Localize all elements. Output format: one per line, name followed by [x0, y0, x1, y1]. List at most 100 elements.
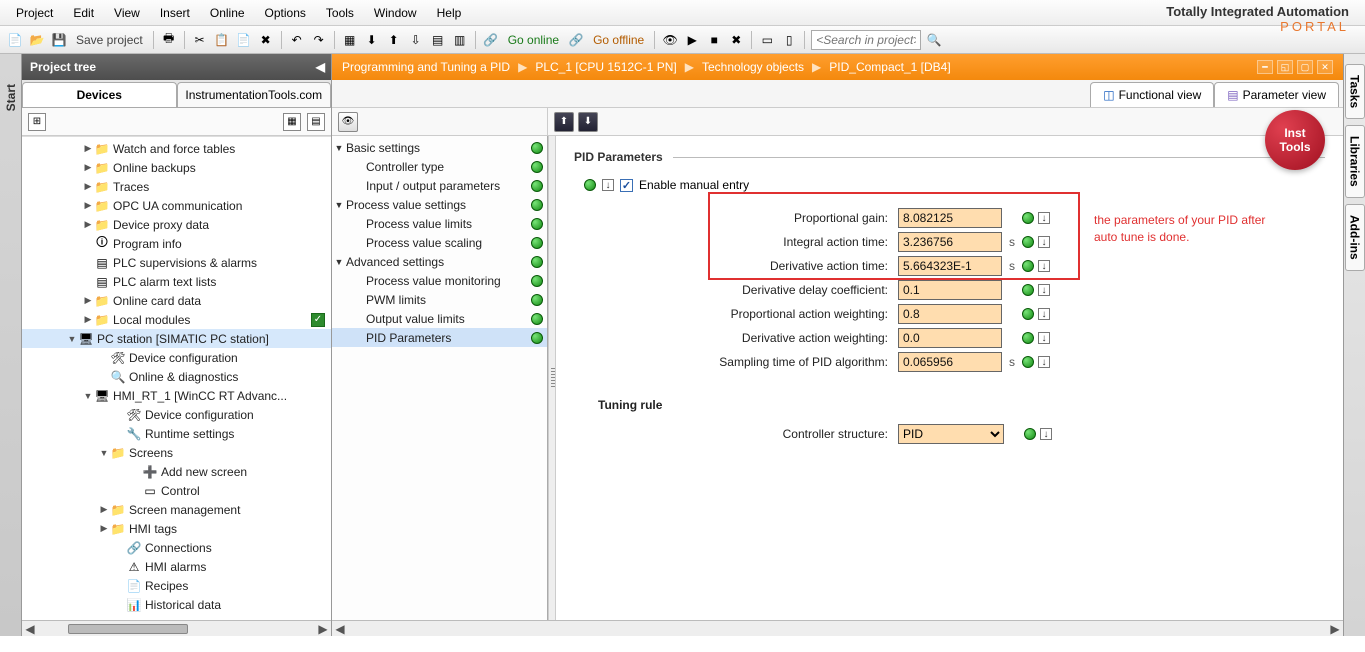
- param-value-input[interactable]: [898, 352, 1002, 372]
- splitter-handle[interactable]: [548, 136, 556, 620]
- menu-insert[interactable]: Insert: [150, 2, 200, 24]
- tree-item[interactable]: 🛠Device configuration: [22, 348, 331, 367]
- paste-icon[interactable]: 📄: [235, 31, 253, 49]
- tab-libraries[interactable]: Libraries: [1345, 125, 1365, 198]
- tree-item[interactable]: ▶📁Watch and force tables: [22, 139, 331, 158]
- rtsim-icon[interactable]: ▥: [451, 31, 469, 49]
- tree-item[interactable]: 📄Recipes: [22, 576, 331, 595]
- menu-view[interactable]: View: [104, 2, 150, 24]
- download-value-icon[interactable]: ↓: [1038, 332, 1050, 344]
- menu-help[interactable]: Help: [427, 2, 472, 24]
- param-value-input[interactable]: [898, 280, 1002, 300]
- tree-item[interactable]: ▶📁Screen management: [22, 500, 331, 519]
- toggle-nav-icon[interactable]: 👁: [338, 112, 358, 132]
- menu-edit[interactable]: Edit: [63, 2, 104, 24]
- minimize-icon[interactable]: ━: [1257, 60, 1273, 74]
- tree-item[interactable]: 🔧Runtime settings: [22, 424, 331, 443]
- save-icon[interactable]: 💾: [50, 31, 68, 49]
- crumb-1[interactable]: PLC_1 [CPU 1512C-1 PN]: [535, 60, 676, 74]
- download-value-icon[interactable]: ↓: [602, 179, 614, 191]
- accessible-devices-icon[interactable]: 👁: [661, 31, 679, 49]
- go-online-label[interactable]: Go online: [504, 33, 563, 47]
- tree-item[interactable]: ▶📁Local modules✓: [22, 310, 331, 329]
- tree-item[interactable]: ▶📁Traces: [22, 177, 331, 196]
- start-cpu-icon[interactable]: ▶: [683, 31, 701, 49]
- settings-nav-item[interactable]: Process value monitoring: [332, 271, 547, 290]
- settings-nav-item[interactable]: Process value scaling: [332, 233, 547, 252]
- menu-online[interactable]: Online: [200, 2, 255, 24]
- upload-start-icon[interactable]: ⬆: [554, 112, 574, 132]
- menu-project[interactable]: Project: [6, 2, 63, 24]
- split-v-icon[interactable]: ▯: [780, 31, 798, 49]
- start-tab-label[interactable]: Start: [4, 84, 18, 111]
- settings-nav-item[interactable]: Process value limits: [332, 214, 547, 233]
- download-icon[interactable]: ⬇: [363, 31, 381, 49]
- tree-item[interactable]: ▤PLC alarm text lists: [22, 272, 331, 291]
- crumb-0[interactable]: Programming and Tuning a PID: [342, 60, 510, 74]
- settings-nav-item[interactable]: Controller type: [332, 157, 547, 176]
- delete-icon[interactable]: ✖: [257, 31, 275, 49]
- sim-icon[interactable]: ▤: [429, 31, 447, 49]
- tree-item[interactable]: ▶📁Online card data: [22, 291, 331, 310]
- tab-tasks[interactable]: Tasks: [1345, 64, 1365, 119]
- editor-horizontal-scrollbar[interactable]: ◀▶: [332, 620, 1343, 636]
- settings-nav-item[interactable]: PWM limits: [332, 290, 547, 309]
- maximize-icon[interactable]: ▢: [1297, 60, 1313, 74]
- settings-navigation[interactable]: ▼Basic settingsController typeInput / ou…: [332, 136, 548, 620]
- cut-icon[interactable]: ✂: [191, 31, 209, 49]
- tree-item[interactable]: ▤PLC supervisions & alarms: [22, 253, 331, 272]
- tree-item[interactable]: 🔗Connections: [22, 538, 331, 557]
- undo-icon[interactable]: ↶: [288, 31, 306, 49]
- tree-item[interactable]: ▶📁HMI tags: [22, 519, 331, 538]
- left-side-rail[interactable]: Start: [0, 54, 22, 636]
- download-value-icon[interactable]: ↓: [1038, 284, 1050, 296]
- crumb-2[interactable]: Technology objects: [702, 60, 804, 74]
- tree-item[interactable]: 🛈Program info: [22, 234, 331, 253]
- new-project-icon[interactable]: 📄: [6, 31, 24, 49]
- tab-parameter-view[interactable]: ▤ Parameter view: [1214, 82, 1339, 107]
- search-go-icon[interactable]: 🔍: [925, 31, 943, 49]
- tab-devices[interactable]: Devices: [22, 82, 177, 107]
- param-value-input[interactable]: [898, 304, 1002, 324]
- download-value-icon[interactable]: ↓: [1040, 428, 1052, 440]
- download2-icon[interactable]: ⇩: [407, 31, 425, 49]
- upload-icon[interactable]: ⬆: [385, 31, 403, 49]
- tab-functional-view[interactable]: ◫ Functional view: [1090, 82, 1214, 107]
- tree-item[interactable]: 🔍Online & diagnostics: [22, 367, 331, 386]
- search-input[interactable]: [811, 30, 921, 50]
- tree-item[interactable]: ▼🖥HMI_RT_1 [WinCC RT Advanc...: [22, 386, 331, 405]
- redo-icon[interactable]: ↷: [310, 31, 328, 49]
- settings-nav-item[interactable]: Output value limits: [332, 309, 547, 328]
- tab-instrtools[interactable]: InstrumentationTools.com: [177, 82, 332, 107]
- print-icon[interactable]: 🖶: [160, 31, 178, 49]
- menu-window[interactable]: Window: [364, 2, 427, 24]
- go-online-icon[interactable]: 🔗: [482, 31, 500, 49]
- tree-view2-icon[interactable]: ▤: [307, 113, 325, 131]
- tree-item[interactable]: ➕Add new screen: [22, 462, 331, 481]
- tree-item[interactable]: ▶📁Online backups: [22, 158, 331, 177]
- close-icon[interactable]: ✕: [1317, 60, 1333, 74]
- tree-view1-icon[interactable]: ▦: [283, 113, 301, 131]
- settings-nav-item[interactable]: ▼Basic settings: [332, 138, 547, 157]
- param-value-input[interactable]: [898, 328, 1002, 348]
- crumb-3[interactable]: PID_Compact_1 [DB4]: [829, 60, 950, 74]
- tab-addins[interactable]: Add-ins: [1345, 204, 1365, 271]
- settings-nav-item[interactable]: PID Parameters: [332, 328, 547, 347]
- open-project-icon[interactable]: 📂: [28, 31, 46, 49]
- tree-item[interactable]: ⚠HMI alarms: [22, 557, 331, 576]
- horizontal-scrollbar[interactable]: ◀▶: [22, 620, 331, 636]
- save-project-label[interactable]: Save project: [72, 33, 147, 47]
- enable-checkbox[interactable]: [620, 179, 633, 192]
- menu-tools[interactable]: Tools: [316, 2, 364, 24]
- tree-item[interactable]: 🛠Device configuration: [22, 405, 331, 424]
- tree-item[interactable]: ▶📁Device proxy data: [22, 215, 331, 234]
- download-value-icon[interactable]: ↓: [1038, 308, 1050, 320]
- split-h-icon[interactable]: ▭: [758, 31, 776, 49]
- download-value-icon[interactable]: ↓: [1038, 356, 1050, 368]
- download-start-icon[interactable]: ⬇: [578, 112, 598, 132]
- tree-item[interactable]: ▶📁OPC UA communication: [22, 196, 331, 215]
- restore-icon[interactable]: ◱: [1277, 60, 1293, 74]
- go-offline-icon[interactable]: 🔗: [567, 31, 585, 49]
- tree-item[interactable]: ▼🖥PC station [SIMATIC PC station]: [22, 329, 331, 348]
- tree-item[interactable]: 📊Historical data: [22, 595, 331, 614]
